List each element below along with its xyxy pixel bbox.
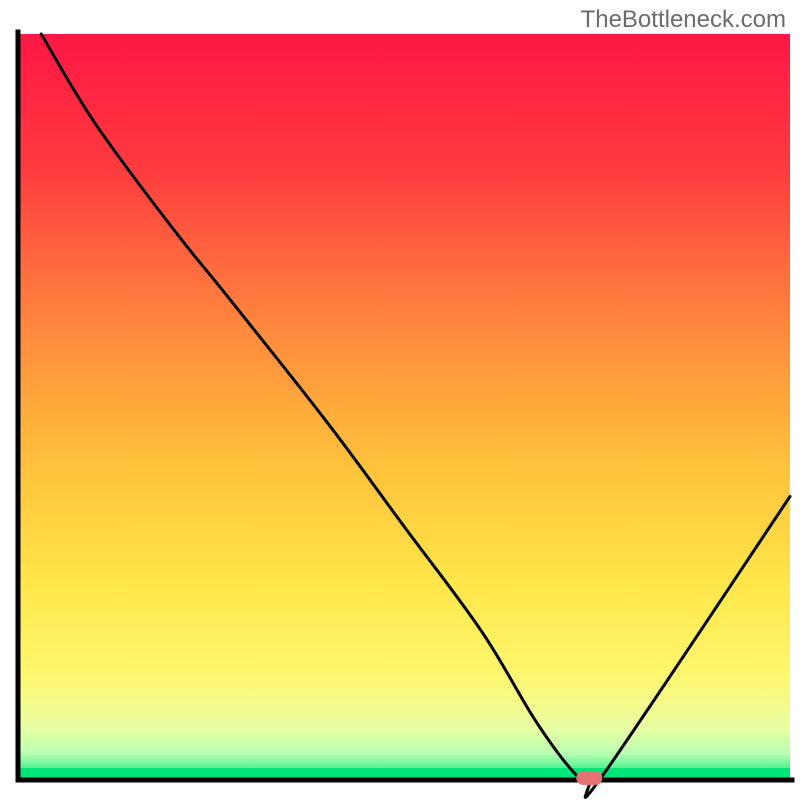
watermark-text: TheBottleneck.com	[581, 6, 786, 34]
bottleneck-chart: TheBottleneck.com	[0, 0, 800, 800]
chart-svg	[0, 0, 800, 800]
optimal-marker	[576, 771, 602, 785]
